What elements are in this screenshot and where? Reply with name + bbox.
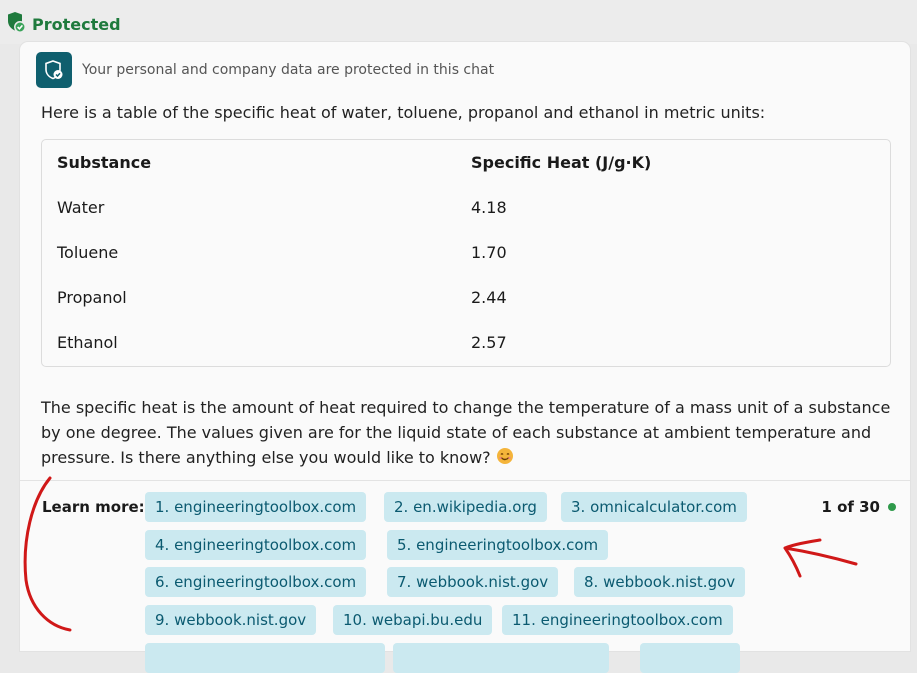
privacy-notice-text: Your personal and company data are prote…: [82, 62, 495, 78]
response-paragraph-text: The specific heat is the amount of heat …: [41, 398, 891, 467]
table-cell: Water: [57, 198, 105, 217]
status-dot-icon: [888, 503, 896, 511]
table-cell: Ethanol: [57, 333, 118, 352]
source-link-chip[interactable]: 4. engineeringtoolbox.com: [145, 530, 367, 560]
table-row: Water 4.18: [42, 185, 890, 230]
top-bar: Protected: [0, 0, 917, 44]
shield-check-icon: [6, 11, 26, 37]
shield-lock-icon: [36, 52, 72, 88]
source-link-chip[interactable]: 5. engineeringtoolbox.com: [387, 530, 609, 560]
column-header-specific-heat: Specific Heat (J/g·K): [471, 153, 652, 172]
table-cell: 4.18: [471, 198, 507, 217]
smiling-face-emoji-icon: [496, 447, 514, 472]
source-link-chip[interactable]: [393, 643, 609, 673]
table-row: Ethanol 2.57: [42, 320, 890, 365]
sources-pager[interactable]: 1 of 30: [821, 498, 896, 516]
intro-text: Here is a table of the specific heat of …: [41, 103, 766, 122]
source-link-chip[interactable]: 8. webbook.nist.gov: [574, 567, 746, 597]
table-header-row: Substance Specific Heat (J/g·K): [42, 140, 890, 185]
specific-heat-table: Substance Specific Heat (J/g·K) Water 4.…: [41, 139, 891, 367]
protected-indicator[interactable]: Protected: [6, 11, 121, 37]
table-cell: 2.57: [471, 333, 507, 352]
response-paragraph: The specific heat is the amount of heat …: [41, 395, 896, 472]
table-row: Toluene 1.70: [42, 230, 890, 275]
divider: [20, 480, 910, 481]
table-row: Propanol 2.44: [42, 275, 890, 320]
table-cell: Propanol: [57, 288, 127, 307]
chat-response-card: Your personal and company data are prote…: [20, 42, 910, 673]
privacy-notice: Your personal and company data are prote…: [36, 52, 494, 88]
source-link-chip[interactable]: [640, 643, 740, 673]
source-link-chip[interactable]: 11. engineeringtoolbox.com: [502, 605, 733, 635]
source-link-chip[interactable]: 2. en.wikipedia.org: [384, 492, 547, 522]
table-cell: 1.70: [471, 243, 507, 262]
source-link-chip[interactable]: 10. webapi.bu.edu: [333, 605, 493, 635]
table-cell: Toluene: [57, 243, 119, 262]
column-header-substance: Substance: [57, 153, 152, 172]
source-link-chip[interactable]: 6. engineeringtoolbox.com: [145, 567, 367, 597]
table-cell: 2.44: [471, 288, 507, 307]
source-link-chip[interactable]: 1. engineeringtoolbox.com: [145, 492, 367, 522]
source-link-chip[interactable]: 3. omnicalculator.com: [561, 492, 747, 522]
source-link-chip[interactable]: 7. webbook.nist.gov: [387, 567, 559, 597]
protected-label: Protected: [32, 14, 121, 34]
source-link-chip[interactable]: [145, 643, 385, 673]
pager-text: 1 of 30: [821, 498, 880, 516]
source-link-chip[interactable]: 9. webbook.nist.gov: [145, 605, 317, 635]
learn-more-label: Learn more:: [42, 498, 145, 516]
